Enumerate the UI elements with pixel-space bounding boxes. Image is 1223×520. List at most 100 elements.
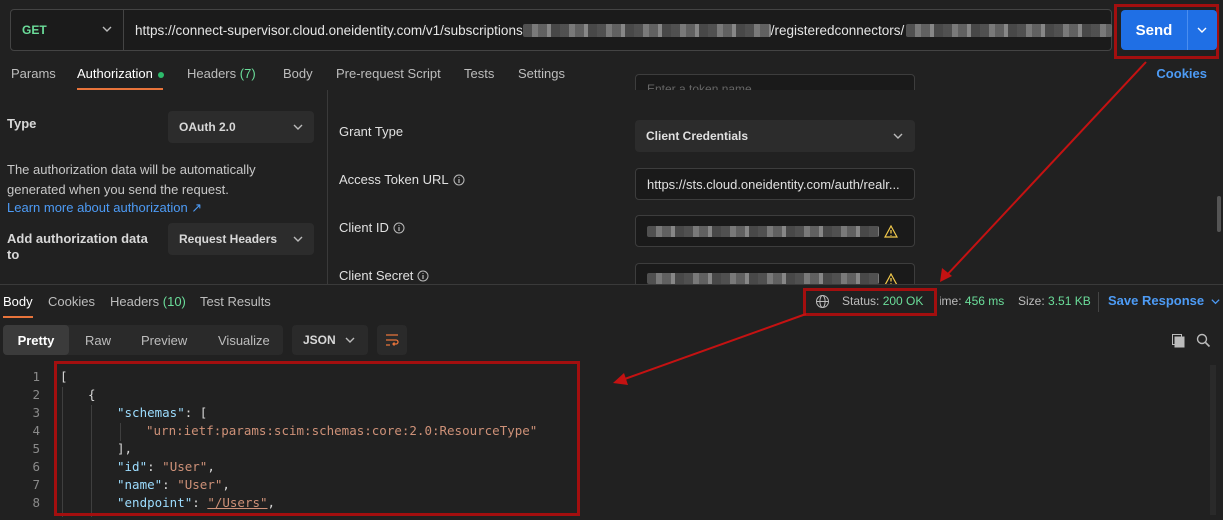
chevron-down-icon [102,26,112,32]
resp-tab-body[interactable]: Body [3,294,33,309]
format-select[interactable]: JSON [292,325,368,355]
tab-authorization[interactable]: Authorization [77,66,164,81]
resp-tab-test-results[interactable]: Test Results [200,294,271,309]
auth-type-value: OAuth 2.0 [179,120,236,134]
save-response-button[interactable]: Save Response [1108,293,1221,308]
request-tabs: Params Authorization Headers (7) Body Pr… [0,60,1223,90]
access-token-url-label-text: Access Token URL [339,172,449,187]
size-text: Size: 3.51 KB [1018,294,1091,308]
line-number: 7 [32,477,40,492]
cookies-link[interactable]: Cookies [1156,66,1207,81]
chevron-down-icon [893,133,903,139]
chevron-down-icon [345,337,355,343]
tab-params[interactable]: Params [11,66,56,81]
client-id-label: Client ID [339,220,405,235]
warning-icon [884,225,898,238]
access-token-url-value: https://sts.cloud.oneidentity.com/auth/r… [647,176,900,192]
line-number: 8 [32,495,40,510]
add-auth-data-select[interactable]: Request Headers [168,223,314,255]
time-value: 456 ms [964,294,1005,308]
line-number: 2 [32,387,40,402]
view-tab-preview[interactable]: Preview [141,325,187,355]
url-bar: GET https://connect-supervisor.cloud.one… [10,9,1113,51]
view-tab-raw[interactable]: Raw [85,325,111,355]
chevron-down-icon [293,236,303,242]
auth-scrollbar[interactable] [1217,196,1221,232]
info-icon[interactable] [393,222,405,234]
resp-headers-count: (10) [162,294,186,309]
tab-authorization-label: Authorization [77,66,153,81]
redacted-client-secret [647,272,879,284]
url-prefix: https://connect-supervisor.cloud.oneiden… [135,22,523,38]
type-label: Type [7,116,37,131]
line-number: 1 [32,369,40,384]
size-value: 3.51 KB [1048,294,1091,308]
grant-type-value: Client Credentials [646,129,749,143]
method-select[interactable]: GET [11,10,124,50]
resp-active-tab-underline [3,316,33,318]
view-tab-pretty[interactable]: Pretty [3,325,69,355]
client-id-input[interactable] [635,215,915,247]
info-icon[interactable] [417,270,429,282]
search-icon[interactable] [1196,333,1211,348]
active-dot-icon [157,71,164,78]
separator [1098,292,1099,312]
wrap-lines-button[interactable] [377,325,407,355]
grant-type-label-text: Grant Type [339,124,404,139]
status-highlight-box [803,288,937,316]
info-icon[interactable] [453,174,465,186]
url-middle: /registeredconnectors/ [770,22,905,38]
access-token-url-input[interactable]: https://sts.cloud.oneidentity.com/auth/r… [635,168,915,200]
client-secret-label: Client Secret [339,268,429,283]
resp-tab-cookies[interactable]: Cookies [48,294,95,309]
tab-settings[interactable]: Settings [518,66,565,81]
grant-type-select[interactable]: Client Credentials [635,120,915,152]
line-number: 3 [32,405,40,420]
format-value: JSON [303,333,336,347]
grant-type-label: Grant Type [339,124,403,139]
line-number: 5 [32,441,40,456]
warning-icon [884,273,898,284]
tab-body[interactable]: Body [283,66,313,81]
view-mode-tabs: Pretty Raw Preview Visualize [3,325,283,355]
redacted-connector-id [906,23,1113,37]
client-secret-input[interactable] [635,263,915,284]
arrowhead-icon [940,268,952,282]
redacted-subscription-id [522,23,771,37]
time-text: Time: 456 ms [932,294,1004,308]
send-divider [1187,10,1188,50]
code-scrollbar[interactable] [1210,365,1216,515]
line-number: 6 [32,459,40,474]
copy-icon[interactable] [1171,333,1186,348]
resp-tab-headers[interactable]: Headers (10) [110,294,186,309]
url-input[interactable]: https://connect-supervisor.cloud.oneiden… [135,10,1113,50]
method-label: GET [22,23,47,37]
line-number: 4 [32,423,40,438]
tab-tests[interactable]: Tests [464,66,494,81]
auth-type-panel: Type OAuth 2.0 The authorization data wi… [0,90,328,284]
code-highlight-box [54,361,580,516]
auth-description: The authorization data will be automatic… [7,162,256,197]
headers-count: (7) [239,66,256,81]
tab-headers-label: Headers [187,66,237,81]
chevron-down-icon [293,124,303,130]
size-label: Size: [1018,294,1045,308]
scroll-clip [329,90,1223,104]
resp-tab-headers-label: Headers [110,294,160,309]
learn-more-link[interactable]: Learn more about authorization ↗ [7,200,202,216]
access-token-url-label: Access Token URL [339,172,465,187]
auth-type-select[interactable]: OAuth 2.0 [168,111,314,143]
client-id-label-text: Client ID [339,220,389,235]
wrap-lines-icon [386,334,399,346]
tab-headers[interactable]: Headers (7) [187,66,256,81]
redacted-client-id [647,225,879,237]
add-auth-data-label: Add authorization data to [7,231,148,262]
client-secret-label-text: Client Secret [339,268,414,283]
view-tab-visualize[interactable]: Visualize [218,325,270,355]
add-auth-data-value: Request Headers [179,232,278,246]
tab-prerequest-script[interactable]: Pre-request Script [336,66,441,81]
chevron-down-icon[interactable] [1196,24,1208,36]
send-button[interactable]: Send [1121,10,1217,50]
chevron-down-icon [1211,299,1220,305]
send-label: Send [1135,21,1173,39]
